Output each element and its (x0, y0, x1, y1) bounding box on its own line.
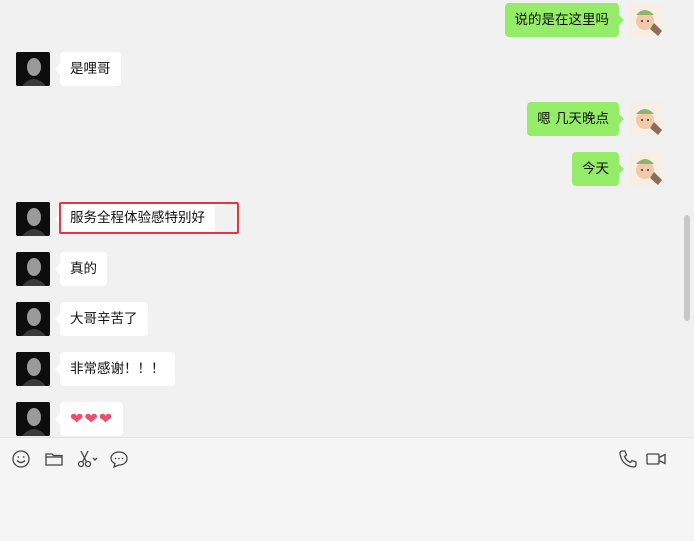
avatar[interactable] (630, 152, 664, 186)
avatar[interactable] (16, 202, 50, 236)
divider (0, 437, 694, 438)
message-bubble[interactable]: 真的 (55, 252, 107, 286)
highlight-box (59, 202, 239, 234)
message-bubble[interactable]: 是哩哥 (55, 52, 121, 86)
message-bubble[interactable]: 大哥辛苦了 (55, 302, 148, 336)
message-input[interactable] (0, 474, 694, 541)
message-bubble[interactable]: 非常感谢！！！ (55, 352, 175, 386)
emoji-icon[interactable] (10, 448, 32, 470)
avatar[interactable] (16, 52, 50, 86)
avatar[interactable] (16, 252, 50, 286)
chat-message-area[interactable]: 说的是在这里吗 是哩哥 嗯 几天晚点 今天 服务全程体验感特别好 真的 大哥辛苦… (0, 0, 694, 437)
chat-bubble-icon[interactable] (108, 448, 130, 470)
folder-icon[interactable] (43, 448, 65, 470)
video-icon[interactable] (645, 448, 667, 470)
scrollbar-thumb[interactable] (684, 215, 690, 321)
scissors-icon[interactable] (76, 448, 98, 470)
message-bubble[interactable]: ❤❤❤ (54, 402, 124, 436)
avatar[interactable] (16, 302, 50, 336)
phone-icon[interactable] (617, 448, 639, 470)
avatar[interactable] (16, 402, 50, 436)
message-bubble[interactable]: 今天 (572, 152, 624, 186)
message-bubble[interactable]: 嗯 几天晚点 (527, 102, 624, 136)
input-toolbar (0, 444, 694, 474)
avatar[interactable] (16, 352, 50, 386)
avatar[interactable] (630, 3, 664, 37)
message-bubble[interactable]: 说的是在这里吗 (504, 3, 624, 37)
avatar[interactable] (630, 102, 664, 136)
